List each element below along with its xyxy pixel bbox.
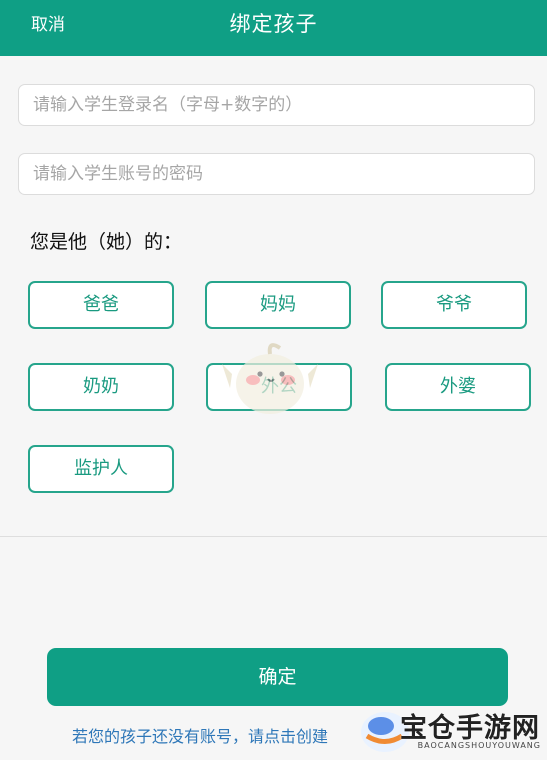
student-username-input[interactable] [18,84,535,126]
relationship-option-guardian[interactable]: 监护人 [28,445,174,493]
relationship-option-paternal-grandmother[interactable]: 奶奶 [28,363,174,411]
relationship-option-maternal-grandmother[interactable]: 外婆 [385,363,531,411]
create-account-link[interactable]: 若您的孩子还没有账号，请点击创建 [72,724,328,750]
relationship-question: 您是他（她）的： [30,231,183,253]
section-divider [0,536,547,537]
page-title: 绑定孩子 [229,12,318,36]
brand-logo-icon [361,712,409,752]
app-header: 取消 绑定孩子 [0,0,547,56]
relationship-option-paternal-grandfather[interactable]: 爷爷 [381,281,527,329]
bind-child-screen: 取消 绑定孩子 您是他（她）的： 爸爸 妈妈 爷爷 奶奶 外公 外婆 监护人 确… [0,0,547,760]
relationship-option-maternal-grandfather[interactable]: 外公 [206,363,352,411]
brand-watermark: 宝仓手游网 BAOCANGSHOUYOUWANG [357,702,547,760]
relationship-option-father[interactable]: 爸爸 [28,281,174,329]
brand-url: BAOCANGSHOUYOUWANG [417,741,541,750]
relationship-option-mother[interactable]: 妈妈 [205,281,351,329]
confirm-button[interactable]: 确定 [47,648,508,706]
brand-name: 宝仓手游网 [400,713,540,744]
student-password-input[interactable] [18,153,535,195]
